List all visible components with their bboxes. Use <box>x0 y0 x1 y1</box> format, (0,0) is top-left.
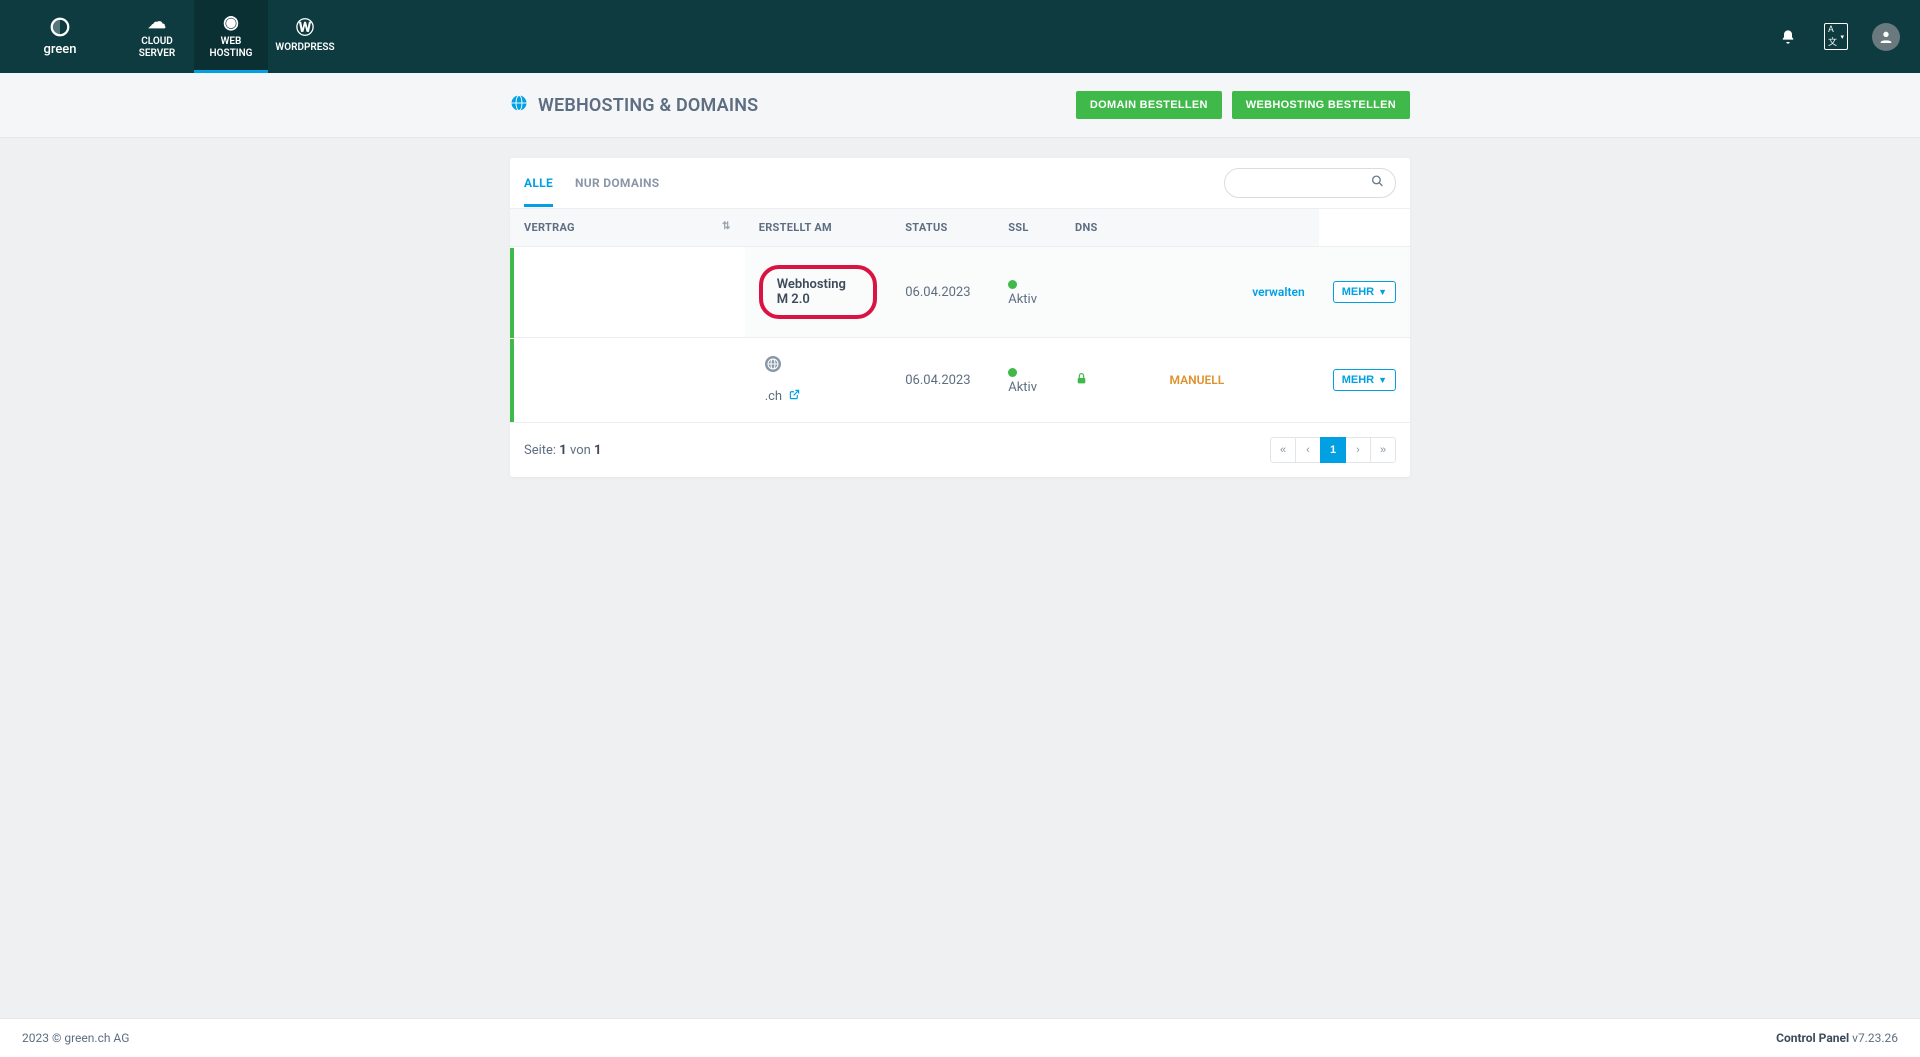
top-nav: green ☁ CLOUD SERVER ◉ WEB HOSTING Ⓦ WOR… <box>0 0 1920 73</box>
page-current: 1 <box>559 443 566 458</box>
status-label: Aktiv <box>1008 292 1037 307</box>
more-button[interactable]: MEHR ▼ <box>1333 281 1396 303</box>
footer-product: Control Panel <box>1776 1031 1852 1045</box>
page-next-button[interactable]: › <box>1345 437 1371 463</box>
status-dot-icon <box>1008 280 1017 289</box>
more-label: MEHR <box>1342 286 1374 298</box>
table-row-hosting[interactable]: Webhosting M 2.0 06.04.2023 Aktiv verwal… <box>510 247 1410 338</box>
more-label: MEHR <box>1342 374 1374 386</box>
subheader: WEBHOSTING & DOMAINS DOMAIN BESTELLEN WE… <box>0 73 1920 138</box>
main-content: ALLE NUR DOMAINS <box>0 138 1920 1018</box>
language-icon[interactable]: A文▾ <box>1824 25 1848 49</box>
green-logo-icon <box>49 16 71 38</box>
order-webhosting-button[interactable]: WEBHOSTING BESTELLEN <box>1232 91 1410 119</box>
page-prev-button[interactable]: ‹ <box>1295 437 1321 463</box>
hosting-icon: ◉ <box>223 14 239 32</box>
user-avatar[interactable] <box>1872 23 1900 51</box>
status-dot-icon <box>1008 368 1017 377</box>
pagination: « ‹ 1 › » <box>1271 437 1396 463</box>
nav-item-label: WORDPRESS <box>275 42 334 54</box>
tab-domains-only[interactable]: NUR DOMAINS <box>575 160 659 207</box>
page-title: WEBHOSTING & DOMAINS <box>510 94 758 117</box>
page-title-text: WEBHOSTING & DOMAINS <box>538 95 758 116</box>
panel-footer: Seite: 1 von 1 « ‹ 1 › » <box>510 422 1410 477</box>
nav-item-cloud-server[interactable]: ☁ CLOUD SERVER <box>120 0 194 73</box>
hosting-panel: ALLE NUR DOMAINS <box>510 158 1410 477</box>
dns-mode[interactable]: MANUELL <box>1169 373 1224 387</box>
nav-item-label: CLOUD SERVER <box>139 36 176 60</box>
manage-link[interactable]: verwalten <box>1252 285 1304 299</box>
domain-globe-icon <box>765 356 781 372</box>
tabs-row: ALLE NUR DOMAINS <box>510 158 1410 209</box>
status-label: Aktiv <box>1008 380 1037 395</box>
globe-icon <box>510 94 528 117</box>
footer-version: v7.23.26 <box>1852 1031 1898 1045</box>
notifications-icon[interactable] <box>1776 25 1800 49</box>
search-icon[interactable] <box>1371 175 1384 192</box>
language-badge-label: A文 <box>1828 25 1838 48</box>
page-1-button[interactable]: 1 <box>1320 437 1346 463</box>
cell-ssl <box>1061 338 1155 423</box>
cloud-icon: ☁ <box>148 14 166 32</box>
chevron-down-icon: ▼ <box>1378 375 1387 385</box>
page-last-button[interactable]: » <box>1370 437 1396 463</box>
th-ssl: SSL <box>994 209 1061 247</box>
nav-items: ☁ CLOUD SERVER ◉ WEB HOSTING Ⓦ WORDPRESS <box>120 0 342 73</box>
lock-icon <box>1075 373 1088 389</box>
footer: 2023 © green.ch AG Control Panel v7.23.2… <box>0 1018 1920 1057</box>
brand-label: green <box>43 42 76 57</box>
chevron-down-icon: ▼ <box>1378 287 1387 297</box>
tab-all[interactable]: ALLE <box>524 160 553 207</box>
cell-status: Aktiv <box>994 338 1061 423</box>
page-total: 1 <box>594 443 601 458</box>
th-status: STATUS <box>891 209 994 247</box>
page-first-button[interactable]: « <box>1270 437 1296 463</box>
th-contract-label: VERTRAG <box>524 221 575 234</box>
th-dns: DNS <box>1061 209 1155 247</box>
sort-icon: ⇅ <box>722 221 731 232</box>
table-row-domain[interactable]: .ch 06.04.2023 Aktiv MANUELL <box>510 338 1410 423</box>
external-link-icon[interactable] <box>789 389 800 403</box>
brand-logo[interactable]: green <box>0 0 120 73</box>
more-button[interactable]: MEHR ▼ <box>1333 369 1396 391</box>
page-info-mid: von <box>567 443 594 458</box>
page-info-prefix: Seite: <box>524 443 559 458</box>
domain-name: .ch <box>765 389 782 404</box>
nav-item-label: WEB HOSTING <box>210 36 253 60</box>
wordpress-icon: Ⓦ <box>296 20 314 38</box>
nav-item-wordpress[interactable]: Ⓦ WORDPRESS <box>268 0 342 73</box>
contract-name-highlighted: Webhosting M 2.0 <box>759 265 878 319</box>
contracts-table: VERTRAG ⇅ ERSTELLT AM STATUS SSL DNS Webh… <box>510 209 1410 422</box>
footer-left: 2023 © green.ch AG <box>22 1031 129 1045</box>
table-header-row: VERTRAG ⇅ ERSTELLT AM STATUS SSL DNS <box>510 209 1410 247</box>
page-info: Seite: 1 von 1 <box>524 443 601 458</box>
order-domain-button[interactable]: DOMAIN BESTELLEN <box>1076 91 1222 119</box>
cell-created: 06.04.2023 <box>891 247 994 338</box>
nav-item-web-hosting[interactable]: ◉ WEB HOSTING <box>194 0 268 73</box>
nav-right: A文▾ <box>1776 0 1900 73</box>
cell-created: 06.04.2023 <box>891 338 994 423</box>
th-created: ERSTELLT AM <box>745 209 892 247</box>
cell-status: Aktiv <box>994 247 1061 338</box>
footer-right: Control Panel v7.23.26 <box>1776 1031 1898 1045</box>
th-contract[interactable]: VERTRAG ⇅ <box>510 209 745 247</box>
